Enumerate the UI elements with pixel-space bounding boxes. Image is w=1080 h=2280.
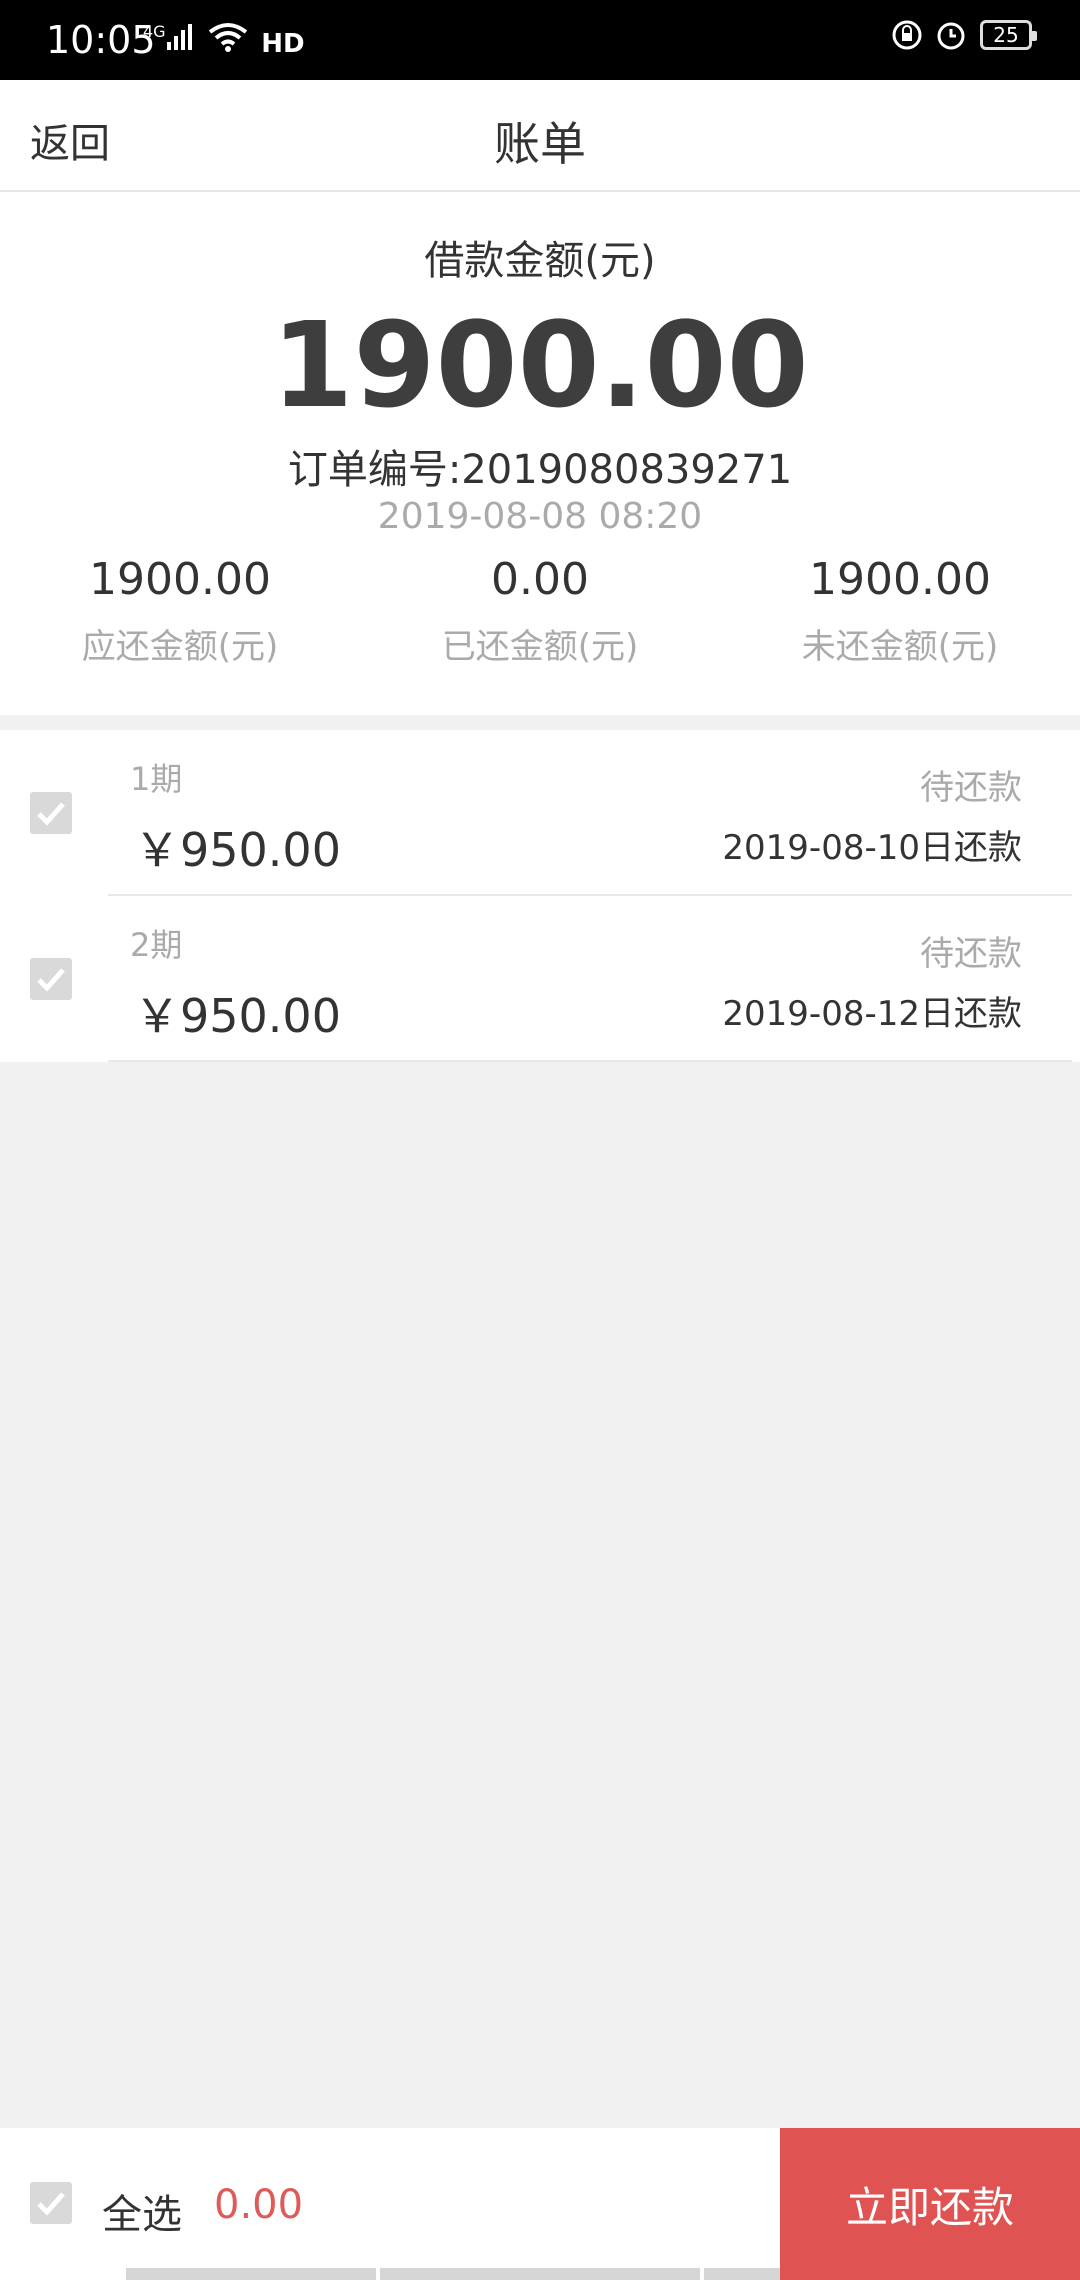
installment-status: 待还款 xyxy=(920,934,1022,974)
stat-label: 未还金额(元) xyxy=(801,627,999,667)
status-time: 10:05 xyxy=(46,18,156,62)
stat-label: 已还金额(元) xyxy=(441,627,639,667)
amount-stats: 1900.00 应还金额(元) 0.00 已还金额(元) 1900.00 未还金… xyxy=(0,554,1080,668)
battery-icon: 25 xyxy=(980,20,1037,50)
signal-icon xyxy=(167,24,192,50)
installment-list: 1期 ￥950.00 待还款 2019-08-10日还款 2期 ￥950.00 … xyxy=(0,730,1080,1062)
bottom-action-bar: 全选 0.00 立即还款 xyxy=(0,2128,1080,2280)
loan-amount-label: 借款金额(元) xyxy=(424,238,656,284)
order-number: 订单编号:2019080839271 xyxy=(287,447,793,493)
installment-period: 2期 xyxy=(130,926,183,964)
installment-status: 待还款 xyxy=(920,768,1022,808)
check-icon xyxy=(37,802,65,826)
installment-due-date: 2019-08-10日还款 xyxy=(722,828,1022,868)
check-icon xyxy=(37,2192,65,2216)
installment-checkbox[interactable] xyxy=(30,958,72,1000)
select-all-label[interactable]: 全选 xyxy=(102,2182,182,2240)
nav-handle xyxy=(704,2268,780,2280)
nav-bar: 返回 账单 xyxy=(0,80,1080,192)
selected-total: 0.00 xyxy=(214,2182,304,2228)
wifi-icon xyxy=(208,23,248,52)
nav-handle xyxy=(126,2268,376,2280)
pay-now-button[interactable]: 立即还款 xyxy=(780,2128,1080,2280)
order-time: 2019-08-08 08:20 xyxy=(377,496,703,537)
stat-label: 应还金额(元) xyxy=(81,627,279,667)
installment-amount: ￥950.00 xyxy=(134,989,341,1043)
select-all-checkbox[interactable] xyxy=(30,2182,72,2224)
list-item[interactable]: 1期 ￥950.00 待还款 2019-08-10日还款 xyxy=(0,730,1080,896)
stat-paid: 0.00 已还金额(元) xyxy=(360,554,720,668)
installment-period: 1期 xyxy=(130,760,183,798)
list-item[interactable]: 2期 ￥950.00 待还款 2019-08-12日还款 xyxy=(0,896,1080,1062)
stat-value: 1900.00 xyxy=(89,554,271,605)
status-left-icons: HD xyxy=(165,22,305,59)
stat-remaining: 1900.00 未还金额(元) xyxy=(720,554,1080,668)
battery-level: 25 xyxy=(993,23,1019,47)
stat-value: 0.00 xyxy=(491,554,589,605)
nav-handle xyxy=(380,2268,700,2280)
stat-due: 1900.00 应还金额(元) xyxy=(0,554,360,668)
loan-amount-value: 1900.00 xyxy=(271,296,809,434)
bill-summary: 借款金额(元) 1900.00 订单编号:2019080839271 2019-… xyxy=(0,192,1080,715)
network-type: 4G xyxy=(143,22,166,41)
alarm-icon xyxy=(937,22,965,50)
installment-due-date: 2019-08-12日还款 xyxy=(722,994,1022,1034)
hd-icon: HD xyxy=(261,29,305,59)
installment-amount: ￥950.00 xyxy=(134,823,341,877)
lock-rotation-icon xyxy=(892,20,922,50)
status-bar: 10:05 4G HD 25 xyxy=(0,0,1080,80)
installment-checkbox[interactable] xyxy=(30,792,72,834)
page-title: 账单 xyxy=(494,117,586,171)
divider xyxy=(108,1060,1072,1062)
check-icon xyxy=(37,968,65,992)
stat-value: 1900.00 xyxy=(809,554,991,605)
status-right-icons: 25 xyxy=(878,20,1037,50)
